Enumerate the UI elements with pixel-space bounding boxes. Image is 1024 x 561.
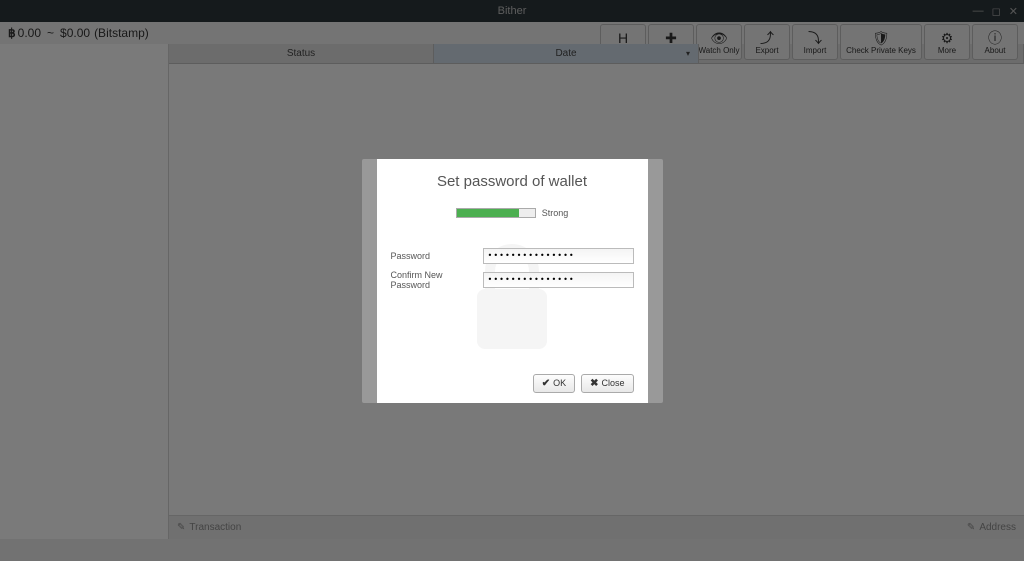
modal-overlay: Set password of wallet Strong Password C… [0, 0, 1024, 561]
password-strength-row: Strong [377, 208, 648, 218]
password-dialog: Set password of wallet Strong Password C… [377, 159, 648, 403]
password-strength-label: Strong [542, 208, 569, 218]
x-icon: ✖ [590, 378, 598, 389]
password-label: Password [391, 251, 483, 261]
confirm-password-label: Confirm New Password [391, 270, 483, 290]
password-strength-bar [456, 208, 536, 218]
dialog-title: Set password of wallet [377, 173, 648, 190]
check-icon: ✔ [542, 378, 550, 389]
close-button[interactable]: ✖ Close [581, 374, 633, 393]
confirm-password-input[interactable] [483, 272, 634, 288]
confirm-password-row: Confirm New Password [391, 270, 634, 290]
ok-button[interactable]: ✔ OK [533, 374, 575, 393]
dialog-container: Set password of wallet Strong Password C… [362, 159, 663, 403]
dialog-buttons: ✔ OK ✖ Close [377, 374, 648, 393]
password-strength-fill [457, 209, 519, 217]
password-row: Password [391, 248, 634, 264]
password-input[interactable] [483, 248, 634, 264]
form-rows: Password Confirm New Password [377, 248, 648, 290]
